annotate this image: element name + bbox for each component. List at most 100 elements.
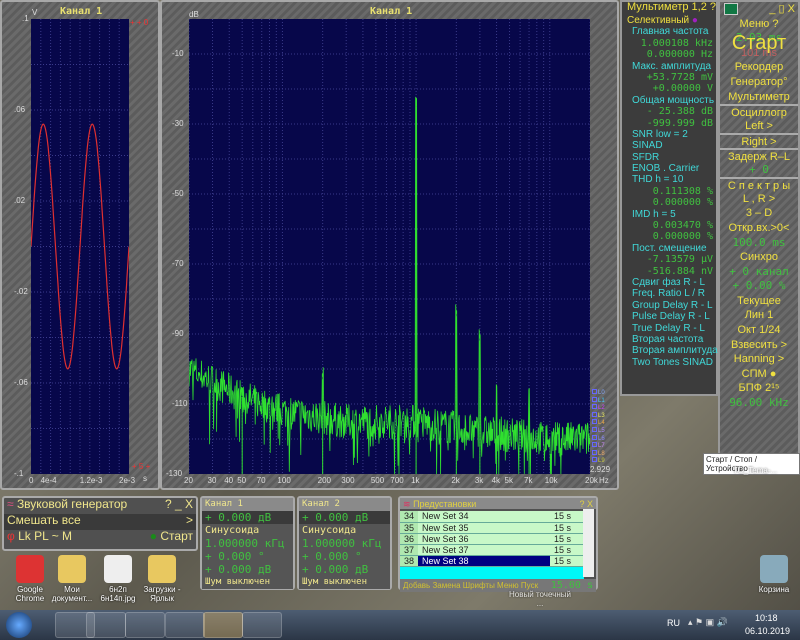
multimeter-line[interactable]: SFDR <box>627 152 716 163</box>
preset-duration[interactable]: 15 s <box>550 544 584 556</box>
generator-mode[interactable]: Lk PL ~ M <box>18 529 72 543</box>
menu-item[interactable]: Окт 1/24 <box>720 323 798 338</box>
preset-row[interactable]: 37 New Set 37 15 s <box>400 544 584 556</box>
desktop-icon[interactable]: Мои документ... <box>47 555 97 603</box>
multimeter-line[interactable]: True Delay R - L <box>627 323 716 334</box>
legend-item[interactable]: L6 <box>592 434 605 443</box>
multimeter-line[interactable]: Group Delay R - L <box>627 300 716 311</box>
preset-name[interactable]: New Set 36 <box>418 533 550 545</box>
menu-item[interactable]: + 0 <box>720 163 798 178</box>
preset-row[interactable]: 36 New Set 36 15 s <box>400 533 584 545</box>
waveform-select[interactable]: Синусоида <box>202 524 293 537</box>
preset-name[interactable]: New Set 35 <box>418 522 550 534</box>
multimeter-line[interactable]: Freq. Ratio L / R <box>627 288 716 299</box>
menu-item[interactable]: + 0 канал <box>720 265 798 280</box>
menu-item[interactable]: 3 – D <box>720 206 798 221</box>
presets-actions[interactable]: Добавь Замена Шрифты Меню Пуск <box>403 581 538 590</box>
phase-value[interactable]: + 0.000 ° <box>202 550 293 563</box>
multimeter-line[interactable]: Общая мощность <box>627 95 716 106</box>
menu-item[interactable]: Лин 1 <box>720 308 798 323</box>
desktop-icon-partial[interactable]: TO_Tema-... <box>720 466 790 475</box>
help-button[interactable]: ? <box>710 1 716 13</box>
tray-icons[interactable]: ▴ ⚑ ▣ 🔊 <box>688 617 728 628</box>
preset-row[interactable]: 34 New Set 34 15 s <box>400 511 584 523</box>
taskbar-chrome[interactable] <box>86 612 126 638</box>
frequency-value[interactable]: 1.000000 кГц <box>299 537 390 550</box>
clock-date[interactable]: 06.10.2019 <box>745 626 790 636</box>
menu-item[interactable]: Взвесить > <box>720 338 798 353</box>
menu-item[interactable]: L , R > <box>720 192 798 207</box>
desktop-icon-partial[interactable]: Новый точечный ... <box>505 590 575 608</box>
preset-duration[interactable]: 15 s <box>550 522 584 534</box>
mode-selective[interactable]: Селективный ● <box>622 15 716 26</box>
menu-item[interactable]: Откр.вх.>0< <box>720 221 798 236</box>
phase-value[interactable]: + 0.000 ° <box>299 550 390 563</box>
multimeter-line[interactable]: Пост. смещение <box>627 243 716 254</box>
amplitude-value[interactable]: + 0.000 дB <box>202 563 293 576</box>
desktop-icon[interactable]: Загрузки - Ярлык <box>137 555 187 603</box>
channel-title[interactable]: Канал 2 <box>299 498 390 511</box>
preset-name[interactable]: New Set 34 <box>418 511 550 523</box>
start-button[interactable]: Старт <box>720 31 798 55</box>
multimeter-line[interactable]: Сдвиг фаз R - L <box>627 277 716 288</box>
multimeter-line[interactable]: Вторая амплитуда <box>627 345 718 356</box>
start-menu-button[interactable] <box>6 612 32 638</box>
channel-level[interactable]: + 0.000 дB <box>202 511 293 524</box>
channel-title[interactable]: Канал 1 <box>202 498 293 511</box>
desktop-icon[interactable]: 6н2п 6н14п.jpg <box>93 555 143 603</box>
menu-item[interactable]: Синхро <box>720 250 798 265</box>
menu-item[interactable]: Генератор° <box>720 75 798 90</box>
legend-item[interactable]: L0 <box>592 389 605 397</box>
window-controls[interactable]: _ ▯ X <box>769 2 798 17</box>
language-indicator[interactable]: RU <box>667 618 680 628</box>
generator-controls[interactable]: ? _ X <box>165 498 193 511</box>
generator-start-button[interactable]: ● Старт <box>150 530 193 543</box>
legend-item[interactable]: L9 <box>592 457 605 465</box>
menu-item[interactable]: Осциллогр <box>720 104 798 119</box>
preset-row[interactable]: 38 New Set 38 15 s <box>400 555 584 567</box>
preset-name[interactable]: New Set 37 <box>418 544 550 556</box>
menu-item[interactable]: 96.00 kHz <box>720 396 798 411</box>
legend-item[interactable]: L4 <box>592 419 605 427</box>
menu-item[interactable]: Меню ? <box>720 17 798 32</box>
preset-number[interactable]: 34 <box>400 511 419 523</box>
taskbar-paint[interactable] <box>242 612 282 638</box>
multimeter-line[interactable]: Макс. амплитуда <box>627 61 716 72</box>
legend-item[interactable]: L8 <box>592 449 605 458</box>
multimeter-line[interactable]: Pulse Delay R - L <box>627 311 716 322</box>
taskbar-app2[interactable] <box>203 612 243 638</box>
multimeter-line[interactable]: SNR low = 2 <box>627 129 716 140</box>
taskbar-app1[interactable] <box>165 612 205 638</box>
menu-item[interactable]: Задерж R–L <box>720 147 798 163</box>
multimeter-line[interactable]: Вторая частота <box>627 334 716 345</box>
menu-item[interactable]: Hanning > <box>720 352 798 367</box>
preset-number[interactable]: 36 <box>400 533 419 545</box>
noise-select[interactable]: Шум выключен <box>202 576 293 589</box>
legend-item[interactable]: L1 <box>592 396 605 405</box>
legend-item[interactable]: L2 <box>592 404 605 412</box>
legend-item[interactable]: L5 <box>592 426 605 435</box>
multimeter-line[interactable]: IMD h = 5 <box>627 209 716 220</box>
channel-level[interactable]: + 0.000 дB <box>299 511 390 524</box>
menu-item[interactable]: Текущее <box>720 294 798 309</box>
menu-item[interactable]: Рекордер <box>720 60 798 75</box>
scope-marker-top[interactable]: + + 0 <box>130 18 148 27</box>
menu-item[interactable]: 100.0 ms <box>720 236 798 251</box>
spectrum-plot[interactable] <box>189 19 590 474</box>
multimeter-line[interactable]: THD h = 10 <box>627 174 716 185</box>
menu-item[interactable]: С п е к т р ы <box>720 177 798 192</box>
clock-time[interactable]: 10:18 <box>755 613 778 623</box>
preset-number[interactable]: 37 <box>400 544 419 556</box>
preset-duration[interactable]: 15 s <box>550 533 584 545</box>
waveform-select[interactable]: Синусоида <box>299 524 390 537</box>
preset-name[interactable]: New Set 38 <box>418 555 550 567</box>
preset-row[interactable]: 35 New Set 35 15 s <box>400 522 584 534</box>
menu-item[interactable]: СПМ ● <box>720 367 798 382</box>
noise-select[interactable]: Шум выключен <box>299 576 390 589</box>
multimeter-line[interactable]: Two Tones SINAD <box>627 357 716 368</box>
preset-duration[interactable]: 15 s <box>550 555 584 567</box>
presets-empty-row[interactable] <box>400 566 584 579</box>
multimeter-line[interactable]: Главная частота <box>627 26 716 37</box>
menu-item[interactable]: Мультиметр <box>720 90 798 105</box>
preset-duration[interactable]: 15 s <box>550 511 584 523</box>
